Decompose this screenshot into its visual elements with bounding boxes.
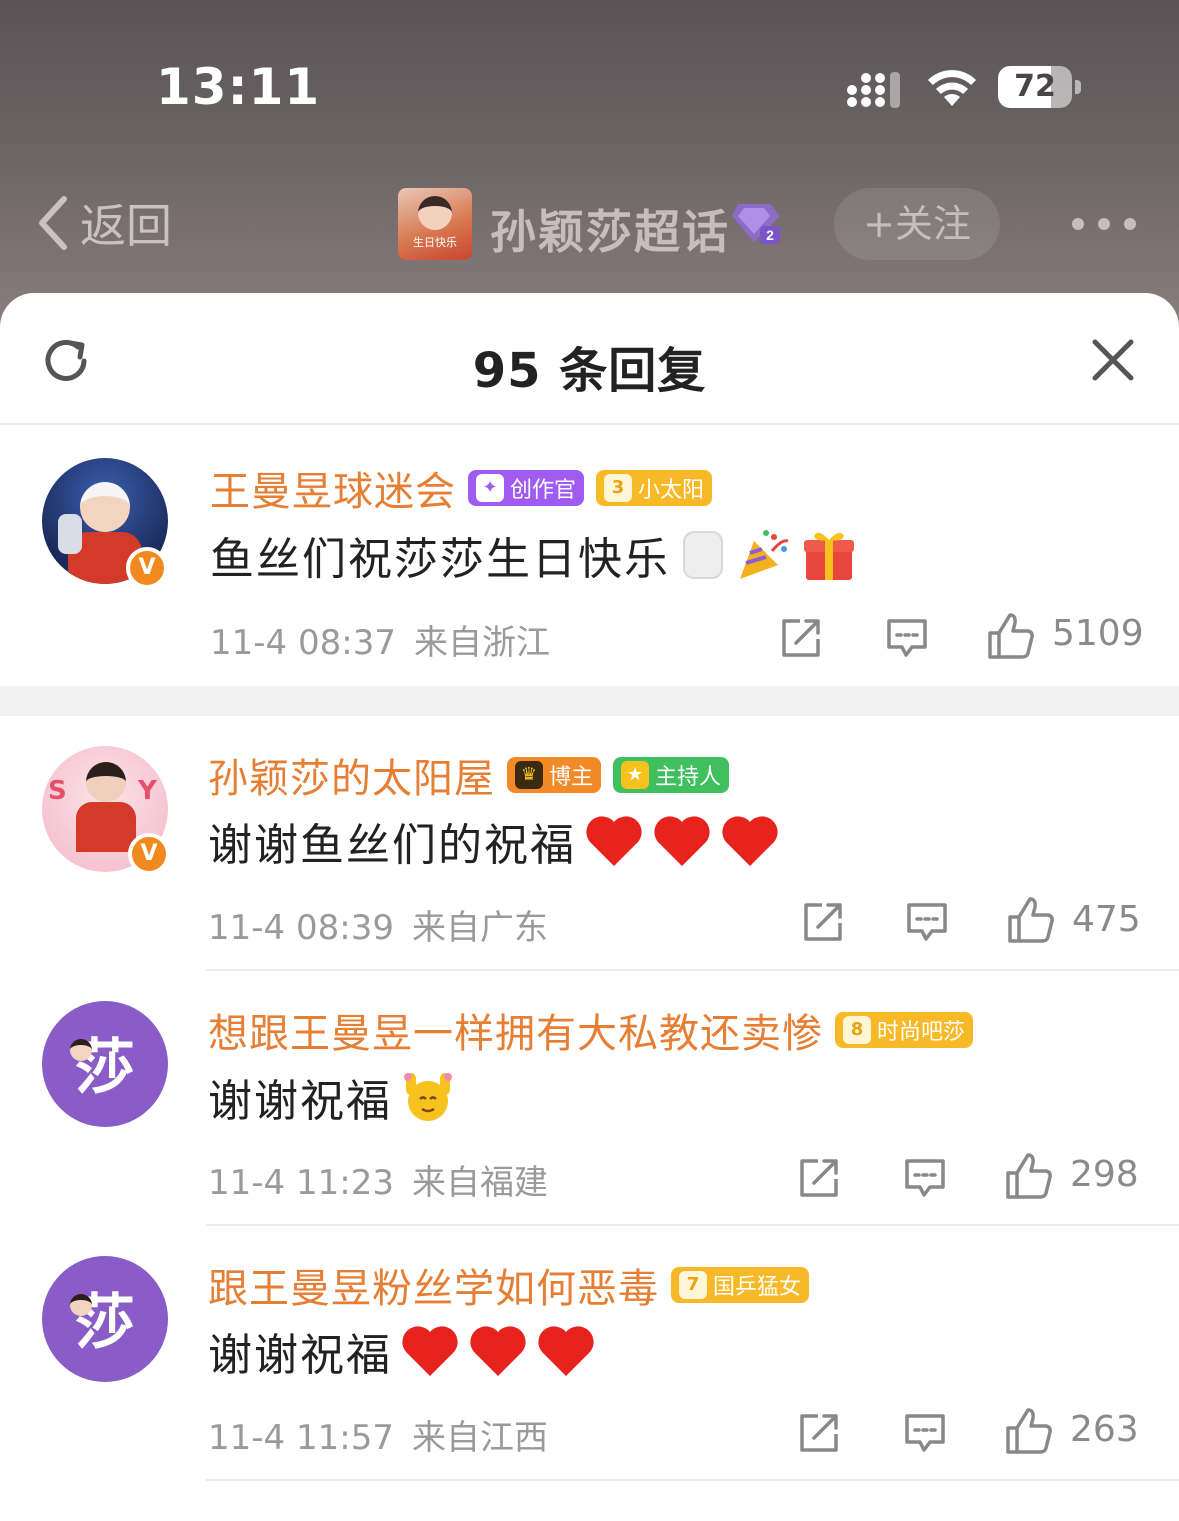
comment-author[interactable]: 想跟王曼昱一样拥有大私教还卖惨 — [208, 1001, 823, 1059]
battery-indicator: 72 — [998, 66, 1082, 108]
comment-author[interactable]: 孙颖莎的太阳屋 — [208, 746, 495, 804]
topic-thumb-caption: 生日快乐 — [413, 236, 457, 249]
comment-location: 来自广东 — [411, 908, 548, 948]
back-button[interactable]: 返回 — [34, 190, 172, 256]
comment-divider — [206, 969, 1179, 971]
follow-button[interactable]: +关注 — [834, 188, 1000, 260]
gift-emoji — [804, 532, 854, 580]
fan-level-tag[interactable]: 3 小太阳 — [596, 470, 713, 506]
heart-emoji — [470, 1326, 526, 1376]
comment-location: 来自福建 — [411, 1163, 548, 1203]
like-count: 475 — [1072, 899, 1141, 940]
share-icon[interactable] — [778, 615, 824, 661]
share-icon[interactable] — [796, 1410, 842, 1456]
comment-location: 来自浙江 — [413, 623, 550, 663]
wifi-icon — [928, 70, 976, 106]
comment-time: 11-4 08:39 — [208, 908, 394, 948]
crown-icon: ♛ — [515, 761, 543, 789]
share-icon[interactable] — [800, 899, 846, 945]
heart-emoji — [402, 1326, 458, 1376]
thumbs-up-icon[interactable] — [986, 611, 1036, 661]
share-icon[interactable] — [796, 1155, 842, 1201]
fan-level-tag[interactable]: 8 时尚吧莎 — [835, 1012, 974, 1048]
heart-emoji — [538, 1326, 594, 1376]
sheet-title: 95 条回复 — [472, 343, 707, 399]
comment-text: 鱼丝们祝莎莎生日快乐 — [210, 534, 670, 585]
comment-icon[interactable] — [884, 615, 930, 661]
back-label: 返回 — [80, 199, 172, 253]
close-icon[interactable] — [1090, 337, 1136, 383]
status-time: 13:11 — [156, 58, 321, 116]
section-divider — [0, 686, 1179, 716]
comment-time: 11-4 08:37 — [210, 623, 396, 663]
cellular-signal-icon — [847, 72, 900, 108]
level-badge-icon: 8 — [843, 1016, 871, 1044]
comment-text: 谢谢鱼丝们的祝福 — [208, 820, 576, 871]
svg-text:2: 2 — [766, 227, 774, 243]
comment-icon[interactable] — [902, 1410, 948, 1456]
creator-icon: ✦ — [476, 474, 504, 502]
avatar[interactable]: 莎 — [42, 1256, 168, 1382]
like-count: 298 — [1070, 1154, 1139, 1195]
blogger-tag[interactable]: ♛ 博主 — [507, 757, 602, 793]
chevron-left-icon — [39, 196, 67, 250]
thumbs-up-icon[interactable] — [1004, 1151, 1054, 1201]
sheet-header: 95 条回复 — [0, 293, 1179, 425]
like-count: 263 — [1070, 1409, 1139, 1450]
thumbs-up-icon[interactable] — [1006, 895, 1056, 945]
comment-time: 11-4 11:57 — [208, 1418, 394, 1458]
comment-author[interactable]: 跟王曼昱粉丝学如何恶毒 — [208, 1256, 659, 1314]
host-tag[interactable]: ★ 主持人 — [613, 757, 730, 793]
creator-tag[interactable]: ✦ 创作官 — [468, 470, 585, 506]
comment-author[interactable]: 王曼昱球迷会 — [210, 459, 456, 517]
diamond-level-icon: 2 — [732, 204, 780, 244]
heart-emoji — [586, 816, 642, 866]
level-badge-icon: 7 — [679, 1271, 707, 1299]
comment-icon[interactable] — [904, 899, 950, 945]
comment-icon[interactable] — [902, 1155, 948, 1201]
milk-emoji — [683, 531, 723, 579]
topic-thumbnail[interactable]: 生日快乐 — [398, 188, 472, 260]
more-options-icon[interactable] — [1068, 214, 1140, 234]
topic-title[interactable]: 孙颖莎超话 — [490, 196, 730, 262]
pray-emoji — [404, 1073, 452, 1121]
replies-sheet: 95 条回复 V 王曼昱球迷会 ✦ 创作官 3 小太阳 鱼丝们祝莎莎生日快乐 1… — [0, 293, 1179, 1521]
header-background — [0, 0, 1179, 330]
battery-level: 72 — [1014, 69, 1056, 104]
comment-time: 11-4 11:23 — [208, 1163, 394, 1203]
heart-emoji — [722, 816, 778, 866]
verified-badge: V — [128, 833, 170, 875]
host-icon: ★ — [621, 761, 650, 789]
heart-emoji — [654, 816, 710, 866]
fan-level-tag[interactable]: 7 国乒猛女 — [671, 1267, 810, 1303]
party-popper-emoji — [740, 530, 789, 579]
comment-text: 谢谢祝福 — [208, 1076, 392, 1127]
like-count: 5109 — [1052, 613, 1144, 654]
verified-badge: V — [126, 547, 168, 589]
avatar[interactable]: 莎 — [42, 1001, 168, 1127]
comment-text: 谢谢祝福 — [208, 1330, 392, 1381]
comment-location: 来自江西 — [411, 1418, 548, 1458]
comment-divider — [206, 1479, 1179, 1481]
thumbs-up-icon[interactable] — [1004, 1406, 1054, 1456]
comment-divider — [206, 1224, 1179, 1226]
level-badge-icon: 3 — [604, 474, 633, 502]
